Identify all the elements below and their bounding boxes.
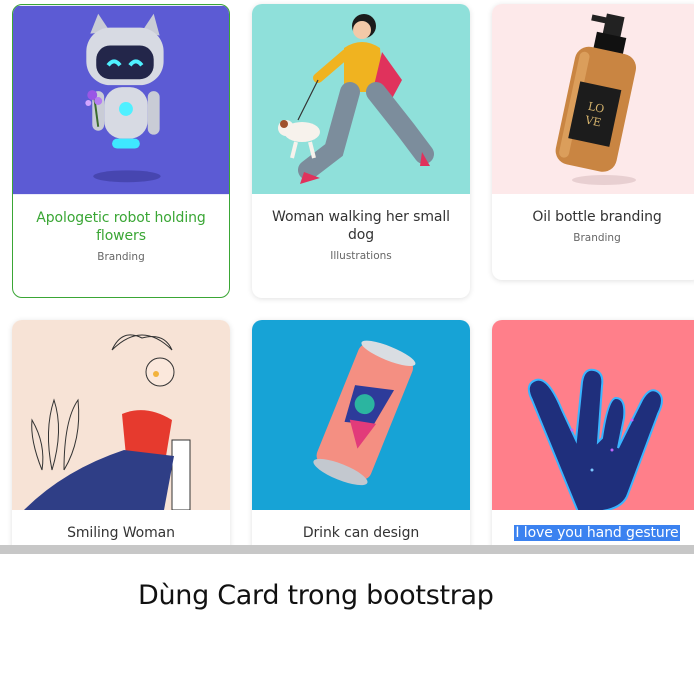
card-title[interactable]: Apologetic robot holding flowers (29, 209, 213, 245)
card-image-oil-bottle: LO VE (492, 4, 694, 194)
card-category: Branding (573, 232, 621, 244)
page-caption: Dùng Card trong bootstrap (138, 580, 494, 611)
card-category: Branding (97, 251, 145, 263)
portfolio-card-woman-dog[interactable]: Woman walking her small dog Illustration… (252, 4, 470, 298)
card-image-drink-can (252, 320, 470, 510)
portfolio-card-oil-bottle[interactable]: LO VE Oil bottle branding Branding (492, 4, 694, 280)
card-image-woman-dog (252, 4, 470, 194)
portfolio-card-robot[interactable]: Apologetic robot holding flowers Brandin… (12, 4, 230, 298)
card-category: Illustrations (330, 250, 392, 262)
portfolio-card-drink-can[interactable]: Drink can design (252, 320, 470, 545)
card-image-smiling-woman (12, 320, 230, 510)
portfolio-card-smiling-woman[interactable]: Smiling Woman (12, 320, 230, 545)
card-image-robot (13, 5, 229, 195)
card-title[interactable]: Oil bottle branding (508, 208, 686, 226)
portfolio-card-hand-gesture[interactable]: I love you hand gesture (492, 320, 694, 545)
card-title[interactable]: Drink can design (268, 524, 454, 542)
card-grid-viewport: Apologetic robot holding flowers Brandin… (0, 0, 694, 545)
selected-text[interactable]: I love you hand gesture (514, 525, 680, 541)
card-title[interactable]: Woman walking her small dog (268, 208, 454, 244)
card-title[interactable]: Smiling Woman (28, 524, 214, 542)
horizontal-scrollbar[interactable] (0, 545, 694, 554)
card-image-hand-gesture (492, 320, 694, 510)
card-title[interactable]: I love you hand gesture (508, 524, 686, 542)
